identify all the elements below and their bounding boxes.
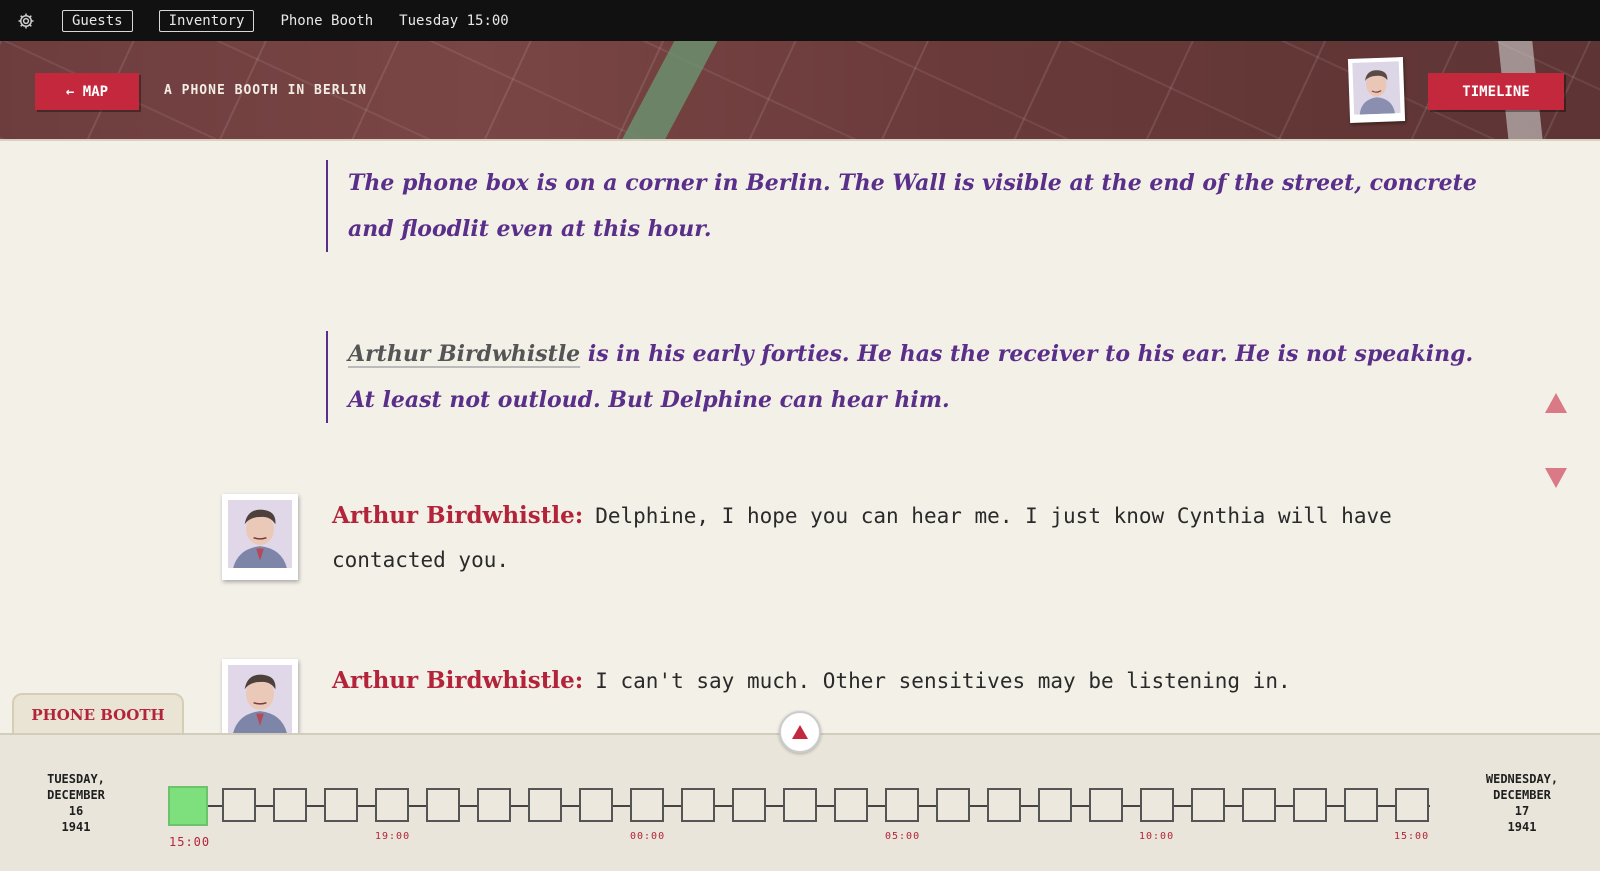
timeline-slot[interactable]	[987, 788, 1021, 822]
timeline-slot[interactable]	[630, 788, 664, 822]
timeline-slot[interactable]	[579, 788, 613, 822]
timeline-slot[interactable]	[324, 788, 358, 822]
timeline-slot[interactable]	[1344, 788, 1378, 822]
dialogue-entry: Arthur Birdwhistle: Delphine, I hope you …	[222, 494, 1512, 582]
narration-block: The phone box is on a corner in Berlin. …	[326, 160, 1506, 252]
timeline-slot[interactable]	[1140, 788, 1174, 822]
scroll-down-icon[interactable]	[1544, 467, 1568, 489]
start-day: 16	[68, 804, 84, 818]
timeline-start-date: TUESDAY, DECEMBER 16 1941	[16, 771, 136, 835]
timeline-hour-label: 19:00	[375, 831, 411, 842]
timeline-hour-label: 00:00	[630, 831, 666, 842]
end-month: DECEMBER	[1493, 788, 1551, 802]
timeline-slot[interactable]	[1089, 788, 1123, 822]
timeline-bar: TUESDAY, DECEMBER 16 1941 WEDNESDAY, DEC…	[0, 733, 1600, 871]
portrait-icon	[228, 665, 292, 733]
portrait-icon	[1352, 61, 1401, 115]
dialogue-line: Arthur Birdwhistle: Delphine, I hope you …	[332, 494, 1512, 582]
timeline-slot[interactable]	[528, 788, 562, 822]
timeline-slot[interactable]	[1242, 788, 1276, 822]
timeline-slot-active[interactable]	[168, 786, 208, 826]
timeline-slot[interactable]	[1293, 788, 1327, 822]
current-location: Phone Booth	[280, 12, 374, 29]
location-title: A PHONE BOOTH IN BERLIN	[164, 83, 368, 98]
timeline-slot[interactable]	[834, 788, 868, 822]
timeline-slot[interactable]	[783, 788, 817, 822]
map-button[interactable]: ← MAP	[35, 73, 139, 110]
timeline-active-label: 15:00	[169, 835, 211, 849]
triangle-up-icon	[792, 725, 808, 739]
speaker-portrait[interactable]	[222, 494, 298, 580]
character-link[interactable]: Arthur Birdwhistle	[348, 341, 580, 367]
timeline-slot[interactable]	[273, 788, 307, 822]
timeline-button[interactable]: TIMELINE	[1428, 73, 1564, 110]
portrait-icon	[228, 500, 292, 568]
top-bar: Guests Inventory Phone Booth Tuesday 15:…	[0, 0, 1600, 41]
narration-text: The phone box is on a corner in Berlin. …	[348, 170, 1477, 242]
narration-block: Arthur Birdwhistle is in his early forti…	[326, 331, 1506, 423]
timeline-slot[interactable]	[1038, 788, 1072, 822]
timeline-slot[interactable]	[885, 788, 919, 822]
location-tab[interactable]: PHONE BOOTH	[12, 693, 184, 735]
speaker-name: Arthur Birdwhistle:	[332, 502, 584, 529]
map-street-decoration	[609, 41, 719, 139]
timeline-slot[interactable]	[936, 788, 970, 822]
timeline-toggle-button[interactable]	[779, 711, 821, 753]
timeline-hour-label: 10:00	[1139, 831, 1175, 842]
end-year: 1941	[1507, 820, 1537, 834]
start-month: DECEMBER	[47, 788, 105, 802]
timeline-slot[interactable]	[375, 788, 409, 822]
end-weekday: WEDNESDAY,	[1485, 772, 1559, 786]
timeline-hour-label: 05:00	[885, 831, 921, 842]
end-day: 17	[1514, 804, 1530, 818]
timeline-slot[interactable]	[426, 788, 460, 822]
timeline-slot[interactable]	[1191, 788, 1225, 822]
gear-icon[interactable]	[16, 11, 36, 31]
speaker-name: Arthur Birdwhistle:	[332, 667, 584, 694]
timeline-hour-label: 15:00	[1394, 831, 1430, 842]
scroll-up-icon[interactable]	[1544, 392, 1568, 414]
timeline-end-date: WEDNESDAY, DECEMBER 17 1941	[1462, 771, 1582, 835]
start-year: 1941	[61, 820, 91, 834]
timeline-slot[interactable]	[732, 788, 766, 822]
dialogue-text: I can't say much. Other sensitives may b…	[595, 669, 1291, 693]
character-avatar[interactable]	[1347, 57, 1406, 123]
location-banner: ← MAP A PHONE BOOTH IN BERLIN TIMELINE	[0, 41, 1600, 141]
timeline-slot[interactable]	[477, 788, 511, 822]
timeline-slot[interactable]	[222, 788, 256, 822]
timeline-slot[interactable]	[681, 788, 715, 822]
start-weekday: TUESDAY,	[47, 772, 105, 786]
current-time: Tuesday 15:00	[399, 12, 509, 29]
guests-button[interactable]: Guests	[62, 9, 133, 32]
timeline-slot[interactable]	[1395, 788, 1429, 822]
inventory-button[interactable]: Inventory	[158, 9, 255, 32]
